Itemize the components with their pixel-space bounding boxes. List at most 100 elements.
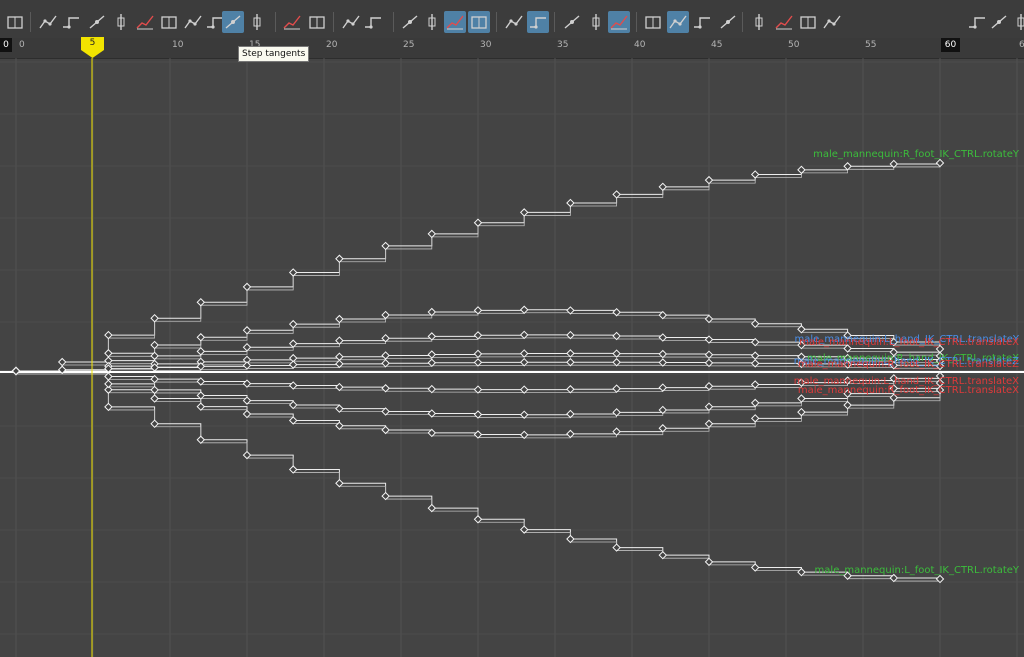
snapshot-button[interactable] bbox=[527, 11, 549, 33]
keyframe[interactable] bbox=[519, 525, 529, 534]
keyframe[interactable] bbox=[196, 347, 206, 356]
keyframe[interactable] bbox=[427, 358, 437, 368]
keyframe[interactable] bbox=[612, 543, 621, 552]
keyframe[interactable] bbox=[335, 352, 344, 361]
keyframe[interactable] bbox=[288, 465, 298, 474]
keyframe[interactable] bbox=[658, 333, 668, 342]
keyframe[interactable] bbox=[150, 314, 159, 323]
keyframe[interactable] bbox=[473, 410, 483, 419]
curve-label[interactable]: male_mannequin:R_foot_IK_CTRL.translateZ bbox=[798, 359, 1019, 370]
keyframe[interactable] bbox=[704, 381, 714, 391]
keyframe[interactable] bbox=[473, 358, 483, 367]
move-key-button[interactable] bbox=[60, 11, 82, 33]
spline-tangent-button[interactable] bbox=[158, 11, 180, 33]
keyframe[interactable] bbox=[750, 380, 760, 389]
insert-key-button[interactable] bbox=[86, 11, 108, 33]
keyframe[interactable] bbox=[750, 319, 760, 329]
keyframe[interactable] bbox=[473, 349, 483, 359]
key-stats-button[interactable] bbox=[37, 11, 59, 33]
keyframe[interactable] bbox=[519, 385, 529, 394]
keyframe[interactable] bbox=[704, 314, 714, 324]
keyframe[interactable] bbox=[242, 326, 252, 335]
keyframe[interactable] bbox=[750, 398, 760, 408]
keyframe[interactable] bbox=[566, 357, 575, 367]
keyframe[interactable] bbox=[566, 534, 575, 544]
keyframe[interactable] bbox=[11, 366, 21, 376]
keyframe[interactable] bbox=[473, 331, 483, 340]
region-key-button[interactable] bbox=[134, 11, 156, 33]
keyframe[interactable] bbox=[335, 478, 344, 488]
keyframe[interactable] bbox=[935, 574, 945, 584]
keyframe[interactable] bbox=[288, 400, 298, 410]
keyframe[interactable] bbox=[704, 557, 714, 567]
cycle-offset-button[interactable] bbox=[821, 11, 843, 33]
break-tangents-button[interactable] bbox=[362, 11, 384, 33]
keyframe[interactable] bbox=[196, 435, 206, 445]
keyframe[interactable] bbox=[104, 330, 113, 340]
keyframe[interactable] bbox=[335, 254, 344, 264]
keyframe[interactable] bbox=[797, 407, 806, 417]
curve-label[interactable]: male_mannequin:R_foot_IK_CTRL.translateX bbox=[798, 385, 1019, 396]
keyframe[interactable] bbox=[427, 332, 437, 341]
keyframe[interactable] bbox=[242, 282, 252, 292]
curve-label[interactable]: male_mannequin:L_foot_IK_CTRL.rotateY bbox=[815, 565, 1020, 576]
keyframe[interactable] bbox=[473, 306, 483, 315]
keyframe[interactable] bbox=[196, 297, 206, 307]
keyframe[interactable] bbox=[381, 358, 390, 368]
lattice-deform-button[interactable] bbox=[110, 11, 132, 33]
unify-tangents-button[interactable] bbox=[399, 11, 421, 33]
keyframe[interactable] bbox=[797, 567, 806, 577]
magnet-button[interactable] bbox=[608, 11, 630, 33]
keyframe[interactable] bbox=[473, 430, 483, 439]
keyframe[interactable] bbox=[150, 340, 159, 350]
keyframe[interactable] bbox=[566, 409, 575, 419]
curve-graph-area[interactable]: male_mannequin:R_foot_IK_CTRL.rotateYmal… bbox=[0, 58, 1024, 657]
keyframe[interactable] bbox=[843, 162, 852, 171]
keyframe[interactable] bbox=[427, 350, 437, 359]
post-infinity-cycle-button[interactable] bbox=[797, 11, 819, 33]
keyframe[interactable] bbox=[566, 349, 575, 358]
keyframe[interactable] bbox=[57, 357, 67, 367]
keyframe[interactable] bbox=[381, 491, 390, 501]
denormalize-button[interactable] bbox=[691, 11, 713, 33]
keyframe[interactable] bbox=[196, 333, 206, 342]
keyframe[interactable] bbox=[843, 400, 852, 410]
keyframe[interactable] bbox=[335, 336, 344, 345]
keyframe[interactable] bbox=[612, 384, 621, 393]
lock-tangent-weight-button[interactable] bbox=[444, 11, 466, 33]
keyframe[interactable] bbox=[242, 409, 252, 419]
keyframe[interactable] bbox=[797, 394, 806, 403]
keyframe[interactable] bbox=[288, 339, 298, 348]
keyframe[interactable] bbox=[704, 402, 714, 412]
plateau-tangent-button[interactable] bbox=[306, 11, 328, 33]
keyframe[interactable] bbox=[750, 414, 760, 423]
free-tangent-weight-button[interactable] bbox=[421, 11, 443, 33]
keyframe[interactable] bbox=[473, 515, 483, 524]
linear-tangent-button[interactable] bbox=[182, 11, 204, 33]
keyframe[interactable] bbox=[242, 396, 252, 405]
filter-button[interactable] bbox=[561, 11, 583, 33]
keyframe[interactable] bbox=[288, 360, 298, 369]
keyframe[interactable] bbox=[150, 394, 159, 403]
keyframe[interactable] bbox=[519, 208, 529, 217]
keyframe[interactable] bbox=[797, 165, 806, 175]
normalize-button[interactable] bbox=[667, 11, 689, 33]
auto-tangent-button[interactable] bbox=[340, 11, 362, 33]
infinity-button[interactable] bbox=[748, 11, 770, 33]
swap-buffer-button[interactable] bbox=[503, 11, 525, 33]
split-view-button[interactable] bbox=[4, 11, 26, 33]
keyframe[interactable] bbox=[381, 310, 390, 320]
keyframe[interactable] bbox=[750, 170, 760, 179]
keyframe[interactable] bbox=[519, 305, 529, 315]
keyframe[interactable] bbox=[196, 402, 206, 411]
step-tangent-button[interactable] bbox=[222, 11, 244, 33]
keyframe[interactable] bbox=[242, 343, 252, 352]
move-nearest-button[interactable] bbox=[585, 11, 607, 33]
keyframe[interactable] bbox=[519, 358, 529, 367]
keyframe[interactable] bbox=[612, 408, 621, 417]
keyframe[interactable] bbox=[935, 158, 945, 168]
buffer-curve-button[interactable] bbox=[468, 11, 490, 33]
curve-label[interactable]: male_mannequin:R_foot_IK_CTRL.rotateY bbox=[813, 149, 1020, 160]
panel-toggle-button[interactable] bbox=[988, 11, 1010, 33]
keyframe[interactable] bbox=[519, 330, 529, 340]
